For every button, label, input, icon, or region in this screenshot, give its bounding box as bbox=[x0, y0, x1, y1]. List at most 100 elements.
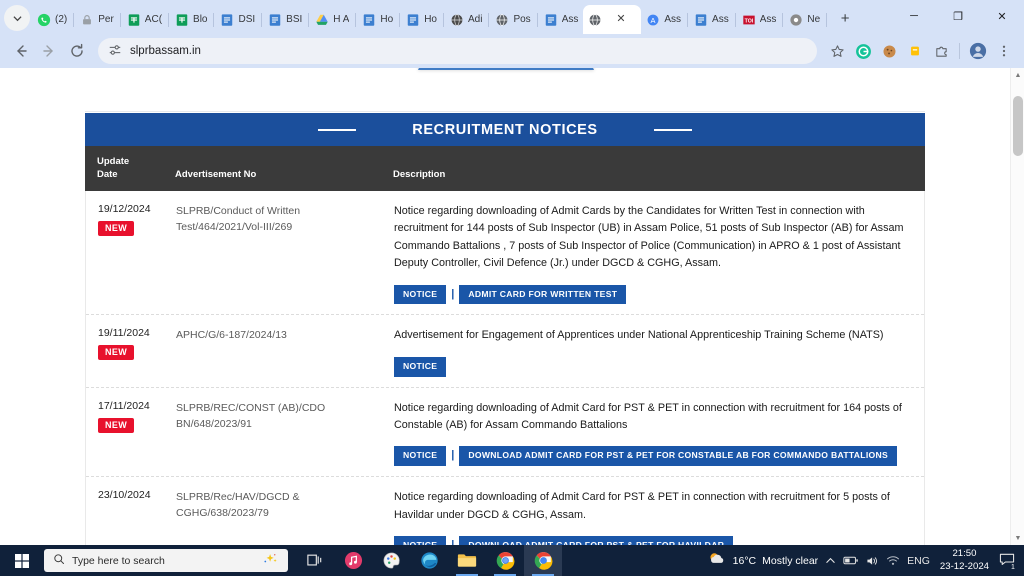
address-bar[interactable]: slprbassam.in bbox=[98, 38, 817, 64]
tab-title: Ho bbox=[424, 14, 437, 25]
paint-icon[interactable] bbox=[372, 545, 410, 576]
browser-tab[interactable]: BSI bbox=[263, 5, 307, 34]
browser-tab[interactable]: H A bbox=[310, 5, 354, 34]
table-row: 23/10/2024 SLPRB/Rec/HAV/DGCD & CGHG/638… bbox=[86, 477, 924, 545]
chevron-up-icon[interactable] bbox=[825, 555, 836, 566]
tab-title: Ass bbox=[712, 14, 729, 25]
browser-window: (2) Per AC( Blo DSI BSI H A Ho Ho Adi Po… bbox=[0, 0, 1024, 545]
browser-tab[interactable]: TOI Ass bbox=[737, 5, 782, 34]
back-icon[interactable] bbox=[8, 38, 34, 64]
docs-icon bbox=[544, 13, 558, 27]
task-view-icon[interactable] bbox=[296, 545, 334, 576]
update-date: 19/11/2024 bbox=[98, 327, 150, 340]
maximize-button[interactable]: ❐ bbox=[936, 0, 980, 32]
window-controls: ─ ❐ ✕ bbox=[892, 0, 1024, 34]
browser-tab[interactable]: Adi bbox=[445, 5, 487, 34]
language-indicator[interactable]: ENG bbox=[907, 555, 930, 567]
file-explorer-icon[interactable] bbox=[448, 545, 486, 576]
itunes-icon[interactable] bbox=[334, 545, 372, 576]
chrome-active-icon[interactable] bbox=[524, 545, 562, 576]
browser-tab[interactable]: AC( bbox=[122, 5, 167, 34]
update-date: 23/10/2024 bbox=[98, 489, 151, 502]
clock[interactable]: 21:50 23-12-2024 bbox=[937, 548, 992, 573]
browser-tab[interactable]: Per bbox=[75, 5, 119, 34]
edge-icon[interactable] bbox=[410, 545, 448, 576]
tab-title: Ho bbox=[380, 14, 394, 25]
close-window-button[interactable]: ✕ bbox=[980, 0, 1024, 32]
battery-icon[interactable] bbox=[843, 555, 859, 566]
chrome-icon[interactable] bbox=[486, 545, 524, 576]
table-row: 19/12/2024 NEW SLPRB/Conduct of Written … bbox=[86, 190, 924, 316]
browser-tab[interactable]: Pos bbox=[490, 5, 535, 34]
new-tab-button[interactable]: + bbox=[832, 5, 858, 31]
browser-tab[interactable]: A Ass bbox=[641, 5, 686, 34]
tab-title: AC( bbox=[144, 14, 163, 25]
reload-icon[interactable] bbox=[64, 38, 90, 64]
scroll-down-arrow-icon[interactable]: ▼ bbox=[1011, 531, 1024, 545]
download-admit-card-button[interactable]: DOWNLOAD ADMIT CARD FOR PST & PET FOR HA… bbox=[459, 536, 734, 545]
vertical-scrollbar[interactable]: ▲ ▼ bbox=[1010, 68, 1024, 545]
browser-tab[interactable]: Ne bbox=[784, 5, 825, 34]
cookie-icon[interactable] bbox=[877, 39, 901, 63]
status-badge: NEW bbox=[98, 417, 135, 433]
sheets-icon bbox=[175, 13, 189, 27]
grammarly-icon[interactable] bbox=[851, 39, 875, 63]
recruitment-notices-panel: RECRUITMENT NOTICES Update Date Advertis… bbox=[85, 113, 925, 545]
minimize-button[interactable]: ─ bbox=[892, 0, 936, 32]
browser-tab-active[interactable]: ✕ bbox=[583, 5, 642, 34]
tab-divider bbox=[488, 13, 490, 27]
notice-button[interactable]: NOTICE bbox=[394, 536, 447, 545]
browser-tab[interactable]: Blo bbox=[170, 5, 212, 34]
notice-button[interactable]: NOTICE bbox=[394, 284, 447, 305]
star-icon[interactable] bbox=[825, 39, 849, 63]
notice-button[interactable]: NOTICE bbox=[394, 446, 447, 467]
tab-divider bbox=[213, 13, 215, 27]
browser-tab[interactable]: DSI bbox=[215, 5, 260, 34]
weather-widget[interactable]: 16°C Mostly clear bbox=[707, 551, 818, 570]
notification-icon[interactable]: 1 bbox=[999, 552, 1018, 573]
browser-tab[interactable]: Ass bbox=[539, 5, 584, 34]
scroll-up-arrow-icon[interactable]: ▲ bbox=[1011, 68, 1024, 82]
status-badge: NEW bbox=[98, 220, 135, 236]
browser-tab[interactable]: Ho bbox=[401, 5, 442, 34]
toolbar-divider bbox=[959, 43, 960, 59]
tab-title: Ass bbox=[664, 14, 682, 25]
tab-title: Ne bbox=[807, 14, 821, 25]
extensions-icon[interactable] bbox=[929, 39, 953, 63]
forward-icon[interactable] bbox=[36, 38, 62, 64]
docs-icon bbox=[220, 13, 234, 27]
tab-divider bbox=[261, 13, 263, 27]
browser-tab[interactable]: Ass bbox=[689, 5, 734, 34]
clock-date: 23-12-2024 bbox=[939, 560, 989, 572]
notification-count: 1 bbox=[1008, 562, 1018, 573]
tab-divider bbox=[687, 13, 689, 27]
tab-list-chevron-icon[interactable] bbox=[4, 5, 30, 31]
tab-title: DSI bbox=[238, 14, 256, 25]
cell-advertisement-no: SLPRB/Rec/HAV/DGCD & CGHG/638/2023/79 bbox=[176, 491, 300, 520]
scrollbar-thumb[interactable] bbox=[1013, 96, 1023, 156]
download-admit-card-button[interactable]: DOWNLOAD ADMIT CARD FOR PST & PET FOR CO… bbox=[459, 446, 898, 467]
profile-avatar[interactable] bbox=[966, 39, 990, 63]
weather-condition-text: Mostly clear bbox=[762, 554, 819, 567]
password-icon[interactable] bbox=[903, 39, 927, 63]
tab-divider bbox=[536, 13, 538, 27]
sparkle-icon[interactable] bbox=[263, 553, 279, 569]
svg-text:TOI: TOI bbox=[744, 18, 753, 24]
browser-tab[interactable]: (2) bbox=[32, 5, 72, 34]
action-buttons: NOTICE | DOWNLOAD ADMIT CARD FOR PST & P… bbox=[394, 536, 912, 545]
tune-icon[interactable] bbox=[108, 43, 122, 60]
temperature-text: 16°C bbox=[732, 554, 757, 567]
svg-text:A: A bbox=[651, 15, 656, 24]
admit-card-button[interactable]: ADMIT CARD FOR WRITTEN TEST bbox=[459, 284, 627, 305]
decorative-dash-left bbox=[318, 128, 357, 131]
table-row: 19/11/2024 NEW APHC/G/6-187/2024/13 Adve… bbox=[86, 315, 924, 388]
wifi-icon[interactable] bbox=[886, 555, 900, 566]
search-input[interactable]: Type here to search bbox=[44, 549, 288, 572]
notice-button[interactable]: NOTICE bbox=[394, 356, 447, 377]
close-icon[interactable]: ✕ bbox=[616, 14, 625, 25]
volume-icon[interactable] bbox=[866, 555, 879, 567]
cell-advertisement-no: SLPRB/REC/CONST (AB)/CDO BN/648/2023/91 bbox=[176, 401, 326, 430]
browser-tab[interactable]: Ho bbox=[357, 5, 398, 34]
three-dot-menu[interactable] bbox=[992, 39, 1016, 63]
windows-start-icon[interactable] bbox=[0, 553, 44, 569]
